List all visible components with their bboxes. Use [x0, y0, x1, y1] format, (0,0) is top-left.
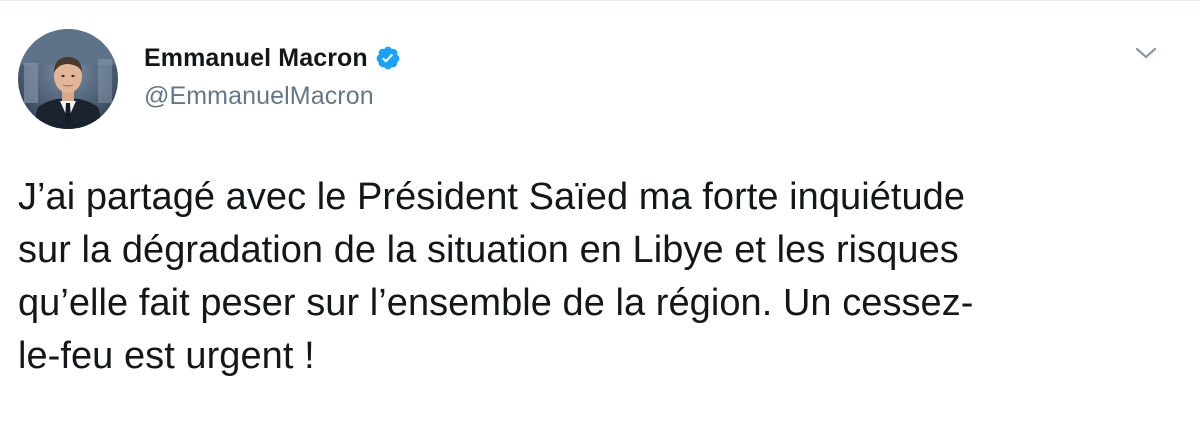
tweet-card: Emmanuel Macron @EmmanuelMacron J’ai par… — [0, 0, 1200, 424]
tweet-header: Emmanuel Macron @EmmanuelMacron — [18, 29, 1178, 131]
author-names: Emmanuel Macron @EmmanuelMacron — [144, 40, 401, 111]
display-name[interactable]: Emmanuel Macron — [144, 44, 368, 73]
avatar[interactable] — [18, 29, 118, 129]
tweet-text: J’ai partagé avec le Président Saïed ma … — [18, 176, 974, 377]
verified-badge-icon — [375, 45, 401, 71]
profile-photo-icon — [18, 29, 118, 129]
display-name-row: Emmanuel Macron — [144, 40, 401, 76]
tweet-menu-button[interactable] — [1132, 39, 1160, 67]
handle[interactable]: @EmmanuelMacron — [144, 82, 401, 111]
chevron-down-icon — [1135, 47, 1157, 59]
